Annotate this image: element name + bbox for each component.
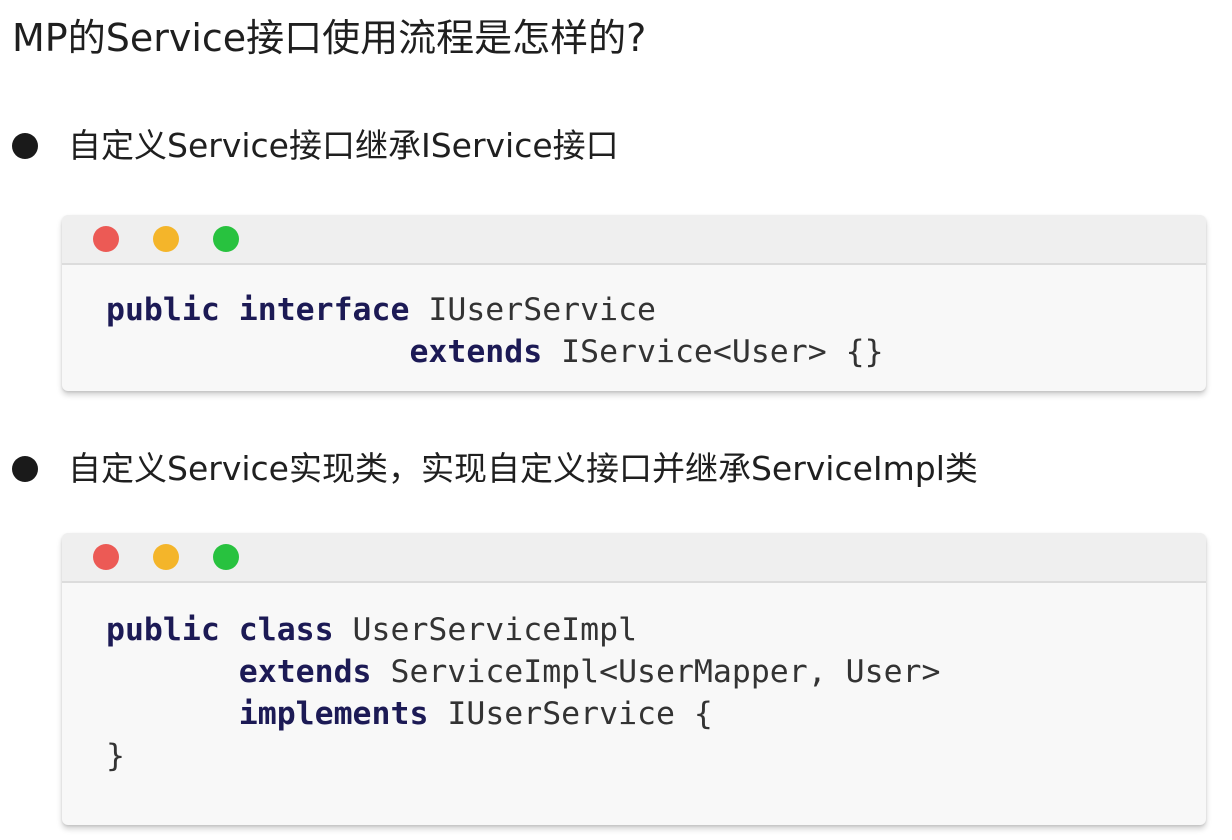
code-text: public interface IUserService extends IS…: [106, 289, 1206, 373]
code-line: public class UserServiceImpl: [106, 612, 637, 648]
code-keyword: extends: [409, 334, 543, 370]
minimize-window-dot-icon: [153, 544, 179, 570]
code-keyword: implements: [238, 696, 429, 732]
bullet-item-1: 自定义Service接口继承IService接口: [10, 118, 619, 174]
code-token: UserServiceImpl: [333, 612, 638, 648]
code-token: IUserService {: [428, 696, 713, 732]
code-line: public interface IUserService: [106, 292, 656, 328]
code-line: }: [106, 738, 125, 774]
code-window-2: public class UserServiceImpl extends Ser…: [62, 533, 1206, 825]
code-line: extends ServiceImpl<UserMapper, User>: [106, 654, 941, 690]
close-window-dot-icon: [93, 226, 119, 252]
code-text: public class UserServiceImpl extends Ser…: [106, 609, 1206, 777]
code-token: }: [106, 738, 125, 774]
bullet-text: 自定义Service接口继承IService接口: [68, 126, 619, 165]
code-token: ServiceImpl<UserMapper, User>: [371, 654, 941, 690]
window-title-bar: [62, 215, 1206, 265]
code-token: IUserService: [409, 292, 656, 328]
code-keyword: public: [106, 612, 220, 648]
bullet-dot: [12, 133, 38, 159]
code-token: IService<User> {}: [542, 334, 884, 370]
bullet-dot: [12, 456, 38, 482]
bullet-item-2: 自定义Service实现类，实现自定义接口并继承ServiceImpl类: [10, 441, 978, 497]
code-line: extends IService<User> {}: [106, 334, 884, 370]
code-line: implements IUserService {: [106, 696, 713, 732]
maximize-window-dot-icon: [213, 226, 239, 252]
minimize-window-dot-icon: [153, 226, 179, 252]
code-window-1: public interface IUserService extends IS…: [62, 215, 1206, 391]
window-title-bar: [62, 533, 1206, 583]
code-keyword: public: [106, 292, 220, 328]
code-keyword: extends: [238, 654, 372, 690]
maximize-window-dot-icon: [213, 544, 239, 570]
bullet-text: 自定义Service实现类，实现自定义接口并继承ServiceImpl类: [68, 449, 978, 488]
code-keyword: interface: [238, 292, 410, 328]
close-window-dot-icon: [93, 544, 119, 570]
page-title: MP的Service接口使用流程是怎样的?: [12, 16, 647, 60]
code-block-1: public interface IUserService extends IS…: [62, 265, 1206, 373]
code-block-2: public class UserServiceImpl extends Ser…: [62, 583, 1206, 777]
code-keyword: class: [238, 612, 334, 648]
